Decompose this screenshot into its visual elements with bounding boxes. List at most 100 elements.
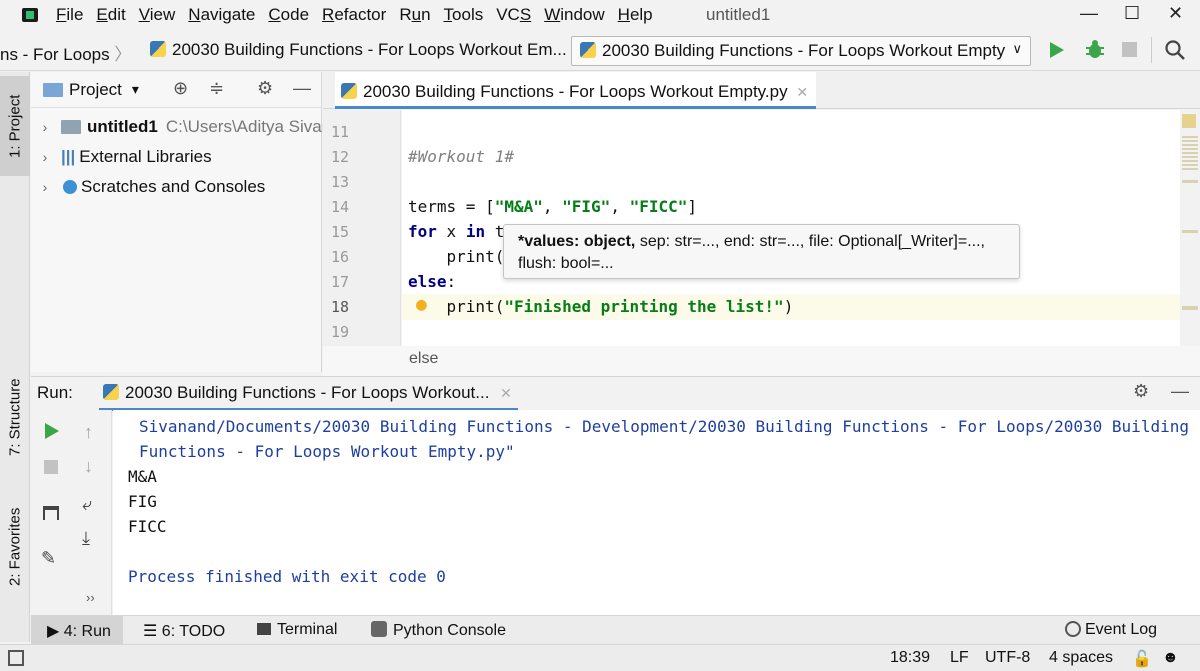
tree-item-label: Scratches and Consoles	[81, 177, 266, 196]
chevron-right-icon[interactable]: ›	[35, 179, 55, 195]
chevron-right-icon[interactable]: ›	[35, 119, 55, 135]
line-number: 13	[330, 173, 349, 191]
layout-icon[interactable]	[43, 506, 59, 520]
breadcrumb-folder[interactable]: ns - For Loops 〉	[0, 40, 131, 65]
scroll-marker	[1182, 180, 1198, 183]
editor-tab-active[interactable]: 20030 Building Functions - For Loops Wor…	[335, 72, 817, 109]
editor-breadcrumb-item[interactable]: else	[409, 350, 438, 367]
tooltip-params-line2: flush: bool=...	[518, 255, 614, 272]
menu-help[interactable]: Help	[618, 5, 653, 25]
tree-item-untitled1[interactable]: › untitled1 C:\Users\Aditya Sivan	[35, 114, 332, 140]
code-line-else: else:	[408, 272, 456, 291]
favorites-tool-tab[interactable]: 2: Favorites	[0, 492, 30, 602]
line-separator[interactable]: LF	[950, 649, 969, 667]
close-tab-icon[interactable]: ✕	[500, 385, 512, 401]
run-tool-tab[interactable]: ▶ 4: Run	[47, 621, 111, 641]
todo-tool-tab[interactable]: ☰ 6: TODO	[143, 621, 225, 641]
menu-navigate[interactable]: Navigate	[188, 5, 255, 25]
run-console[interactable]: Sivanand/Documents/20030 Building Functi…	[113, 410, 1200, 615]
menu-run[interactable]: Run	[399, 5, 430, 25]
inspection-icon[interactable]: ☻	[1162, 649, 1179, 667]
menu-refactor[interactable]: Refactor	[322, 5, 386, 25]
inspection-status-icon[interactable]	[1182, 114, 1196, 128]
menu-vcs[interactable]: VCS	[496, 5, 531, 25]
arrow-up-icon[interactable]: ↑	[84, 422, 93, 443]
project-panel-title[interactable]: Project	[69, 80, 122, 100]
code-string: "FIG"	[562, 197, 611, 216]
parameter-info-tooltip: *values: object, sep: str=..., end: str=…	[503, 224, 1020, 279]
python-console-tool-tab[interactable]: Python Console	[371, 621, 506, 640]
hide-panel-icon[interactable]: —	[1171, 381, 1189, 402]
tree-item-path: C:\Users\Aditya Sivan	[165, 117, 332, 136]
code-keyword: in	[465, 222, 486, 241]
line-number: 14	[330, 198, 349, 216]
more-icon[interactable]: ››	[86, 590, 95, 605]
close-window-button[interactable]: ✕	[1168, 3, 1183, 24]
structure-tool-tab[interactable]: 7: Structure	[0, 362, 30, 472]
caret-position[interactable]: 18:39	[890, 649, 930, 667]
editor-error-stripe[interactable]	[1180, 110, 1200, 380]
collapse-all-icon[interactable]: ≑	[209, 78, 224, 99]
minimize-button[interactable]: —	[1080, 3, 1098, 24]
lightbulb-icon[interactable]: ●	[416, 294, 427, 315]
stop-icon[interactable]	[44, 460, 58, 474]
tree-item-scratches[interactable]: › Scratches and Consoles	[35, 174, 266, 200]
debug-icon[interactable]	[1084, 38, 1106, 60]
code-keyword: for	[408, 222, 437, 241]
code-string: "M&A"	[494, 197, 543, 216]
close-tab-icon[interactable]: ✕	[796, 84, 808, 100]
event-log-tool-tab[interactable]: Event Log	[1065, 621, 1157, 639]
run-toolbar-secondary: ↑ ↓ ⤶ ⤓ ››	[72, 410, 112, 615]
window-title: untitled1	[706, 5, 771, 24]
maximize-button[interactable]: ☐	[1124, 3, 1140, 24]
run-icon[interactable]	[1048, 40, 1066, 60]
code-token: ,	[542, 197, 563, 216]
menu-window[interactable]: Window	[544, 5, 604, 25]
python-icon	[580, 42, 596, 58]
menu-edit[interactable]: Edit	[96, 5, 125, 25]
python-icon	[103, 384, 119, 400]
menu-tools[interactable]: Tools	[444, 5, 484, 25]
todo-tool-tab-label: 6: TODO	[161, 623, 226, 640]
python-console-tool-tab-label: Python Console	[393, 622, 506, 639]
lock-icon[interactable]: 🔓	[1132, 649, 1152, 669]
project-tool-tab[interactable]: 1: Project	[0, 76, 30, 176]
file-encoding[interactable]: UTF-8	[985, 649, 1030, 667]
project-view-dropdown-icon[interactable]: ▾	[132, 81, 139, 98]
tree-item-external-libraries[interactable]: › ||| External Libraries	[35, 144, 212, 170]
soft-wrap-icon[interactable]: ⤶	[82, 494, 92, 515]
line-number: 11	[330, 123, 349, 141]
gear-icon[interactable]: ⚙	[1133, 381, 1149, 402]
arrow-down-icon[interactable]: ↓	[84, 456, 93, 477]
rerun-icon[interactable]	[43, 422, 61, 440]
scratches-icon	[63, 180, 77, 194]
menu-file[interactable]: File	[56, 5, 83, 25]
console-line: Sivanand/Documents/20030 Building Functi…	[139, 417, 1189, 436]
scroll-to-end-icon[interactable]: ⤓	[82, 528, 90, 549]
terminal-tool-tab[interactable]: Terminal	[257, 621, 337, 639]
line-number: 15	[330, 223, 349, 241]
indent-setting[interactable]: 4 spaces	[1049, 649, 1113, 667]
code-token: ]	[687, 197, 698, 216]
hide-panel-icon[interactable]: —	[293, 78, 311, 99]
code-token: )	[783, 297, 794, 316]
run-configuration-select[interactable]: 20030 Building Functions - For Loops Wor…	[571, 36, 1031, 66]
chevron-right-icon[interactable]: ›	[35, 149, 55, 165]
gear-icon[interactable]: ⚙	[257, 78, 273, 99]
code-token: terms = [	[408, 197, 495, 216]
search-icon[interactable]	[1164, 39, 1186, 61]
menu-view[interactable]: View	[139, 5, 176, 25]
line-number: 12	[330, 148, 349, 166]
menu-code[interactable]: Code	[268, 5, 309, 25]
tool-window-toggle-icon[interactable]	[8, 650, 24, 666]
breadcrumb-file[interactable]: 20030 Building Functions - For Loops Wor…	[150, 40, 567, 60]
stop-icon[interactable]	[1122, 42, 1137, 57]
favorites-tool-tab-label: 2: Favorites	[6, 507, 24, 587]
run-tab-active[interactable]: 20030 Building Functions - For Loops Wor…	[99, 377, 518, 411]
event-log-icon	[1065, 621, 1081, 637]
breadcrumb-file-label: 20030 Building Functions - For Loops Wor…	[172, 40, 567, 59]
code-line-for: for x in t	[408, 222, 504, 241]
locate-icon[interactable]: ⊕	[173, 78, 188, 99]
tree-item-label: untitled1	[87, 117, 158, 136]
pin-icon[interactable]: ✎	[41, 548, 56, 569]
